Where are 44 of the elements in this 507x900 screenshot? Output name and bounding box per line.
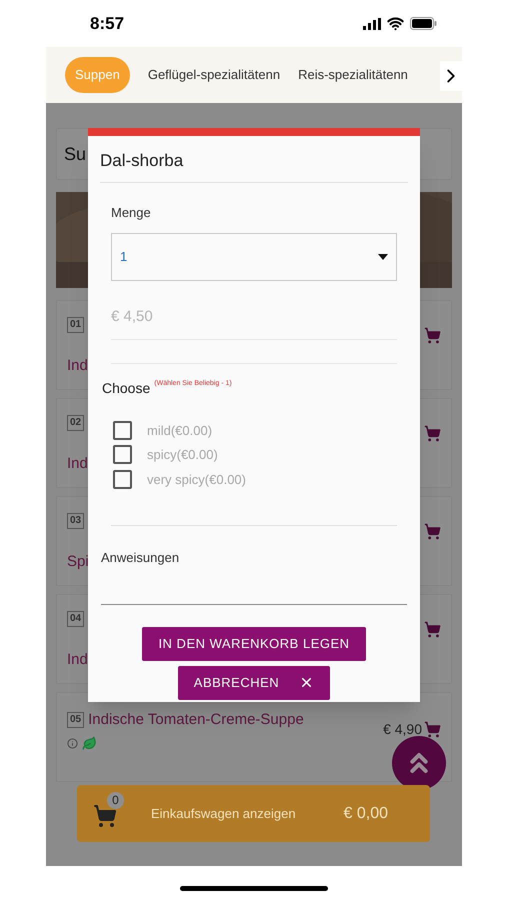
- section-title: Su: [64, 142, 86, 166]
- dropdown-caret-icon: [378, 254, 388, 260]
- item-name: Spi: [67, 552, 89, 572]
- item-number: 01: [67, 317, 84, 333]
- add-to-cart-icon[interactable]: [424, 721, 441, 738]
- wifi-icon: [387, 15, 404, 32]
- cart-count: 0: [107, 792, 124, 808]
- item-number: 05: [67, 712, 84, 728]
- add-to-cart-icon[interactable]: [424, 327, 441, 344]
- signal-icon: [363, 18, 381, 30]
- cart-label: Einkaufswagen anzeigen: [151, 804, 296, 823]
- item-name: Ind: [67, 356, 88, 376]
- add-to-cart-icon[interactable]: [424, 425, 441, 442]
- status-time: 8:57: [90, 12, 124, 35]
- cart-bar[interactable]: 0 Einkaufswagen anzeigen € 0,00: [77, 785, 430, 842]
- item-number: 02: [67, 415, 84, 431]
- instructions-label: Anweisungen: [101, 549, 180, 567]
- dialog-title: Dal-shorba: [100, 151, 184, 170]
- cart-total: € 0,00: [344, 804, 388, 824]
- item-number: 04: [67, 611, 84, 627]
- option-label: very spicy(€0.00): [147, 470, 246, 489]
- options-title: Choose: [102, 378, 150, 398]
- dialog-price: € 4,50: [111, 308, 153, 324]
- option-label: spicy(€0.00): [147, 446, 218, 464]
- option-checkbox[interactable]: [113, 445, 132, 464]
- option-checkbox[interactable]: [113, 470, 132, 489]
- item-name: Ind: [67, 650, 88, 670]
- option-checkbox[interactable]: [113, 420, 132, 440]
- quantity-select[interactable]: 1: [111, 232, 397, 280]
- option-label: mild(€0.00): [147, 422, 212, 440]
- category-tab[interactable]: Geflügel-spezialitätenn: [148, 57, 280, 93]
- item-name: Ind: [67, 454, 88, 474]
- cart-icon: [93, 804, 117, 828]
- cancel-button[interactable]: ABBRECHEN: [178, 666, 330, 700]
- item-name: Indische Tomaten-Creme-Suppe: [88, 710, 304, 730]
- battery-icon: [410, 17, 437, 30]
- category-tab[interactable]: Reis-spezialitätenn: [298, 57, 408, 93]
- quantity-label: Menge: [111, 204, 151, 222]
- item-price: € 4,90: [383, 720, 422, 739]
- info-icon[interactable]: [67, 738, 78, 748]
- add-to-cart-icon[interactable]: [424, 523, 441, 540]
- add-to-cart-button[interactable]: IN DEN WARENKORB LEGEN: [142, 626, 366, 660]
- add-to-cart-icon[interactable]: [424, 621, 441, 638]
- item-number: 03: [67, 513, 84, 529]
